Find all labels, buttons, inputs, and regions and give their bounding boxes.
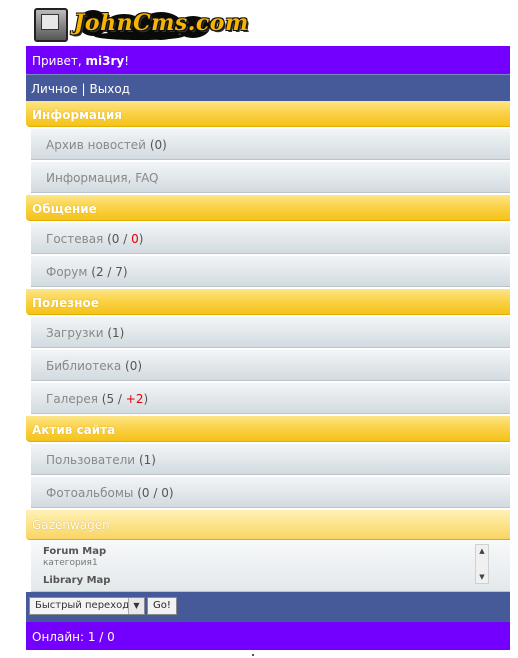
greeting-prefix: Привет, bbox=[32, 54, 86, 68]
list-item-subtitle: категория1 bbox=[43, 558, 98, 568]
menu-item-guestbook[interactable]: Гостевая (0 / 0) bbox=[31, 222, 510, 254]
menu-item-count: (1) bbox=[107, 326, 125, 340]
menu-item-count: (1) bbox=[138, 453, 156, 467]
menu-item-count: (0) bbox=[125, 359, 143, 373]
menu-item-count-close: ) bbox=[143, 392, 149, 406]
menu-item-label: Библиотека bbox=[46, 359, 122, 373]
phone-icon bbox=[34, 8, 68, 42]
scrollbar[interactable]: ▲ ▼ bbox=[475, 544, 489, 584]
logo-text: JohnCms.com bbox=[74, 10, 249, 36]
go-button[interactable]: Go! bbox=[147, 597, 177, 615]
menu-item-label: Информация, FAQ bbox=[46, 171, 159, 185]
section-header-gazenwagen: Gazenwagen bbox=[26, 510, 510, 540]
menu-item-label: Пользователи bbox=[46, 453, 136, 467]
list-item-title[interactable]: Forum Map bbox=[43, 546, 471, 557]
scroll-down-icon[interactable]: ▼ bbox=[476, 571, 488, 583]
online-bar: Онлайн: 1 / 0 bbox=[26, 622, 510, 650]
section-header-communication: Общение bbox=[26, 195, 510, 221]
greeting-bar: Привет, mi3ry! bbox=[26, 46, 510, 74]
section-header-site-activity: Актив сайта bbox=[26, 416, 510, 442]
menu-item-photo-albums[interactable]: Фотоальбомы (0 / 0) bbox=[31, 476, 510, 508]
menu-item-count: (0) bbox=[149, 138, 167, 152]
menu-item-faq[interactable]: Информация, FAQ bbox=[31, 161, 510, 193]
menu-item-count-open: (5 / bbox=[101, 392, 126, 406]
quick-jump-bar: Быстрый переход ▼ Go! bbox=[26, 592, 510, 622]
user-nav-bar: Личное | Выход bbox=[26, 74, 510, 101]
menu-item-forum[interactable]: Форум (2 / 7) bbox=[31, 255, 510, 287]
menu-item-gallery[interactable]: Галерея (5 / +2) bbox=[31, 382, 510, 414]
menu-item-count: (2 / 7) bbox=[91, 265, 128, 279]
quick-jump-selected: Быстрый переход bbox=[35, 600, 130, 611]
logout-link[interactable]: Выход bbox=[90, 82, 130, 96]
section-header-useful: Полезное bbox=[26, 289, 510, 315]
username: mi3ry bbox=[85, 54, 125, 68]
menu-item-label: Гостевая bbox=[46, 232, 104, 246]
list-item-title[interactable]: Library Map bbox=[43, 575, 471, 586]
menu-item-count-close: ) bbox=[138, 232, 144, 246]
menu-item-news-archive[interactable]: Архив новостей (0) bbox=[31, 128, 510, 160]
online-counter[interactable]: Онлайн: 1 / 0 bbox=[32, 630, 115, 644]
personal-link[interactable]: Личное bbox=[31, 82, 77, 96]
site-logo[interactable]: JohnCms.com bbox=[34, 4, 248, 44]
site-map-list: Forum Map категория1 Library Map ▲ ▼ bbox=[31, 540, 510, 592]
chevron-down-icon[interactable]: ▼ bbox=[128, 598, 144, 614]
nav-separator: | bbox=[81, 82, 86, 96]
menu-item-count-new: 0 bbox=[131, 232, 139, 246]
quick-jump-select[interactable]: Быстрый переход ▼ bbox=[29, 597, 145, 615]
scroll-up-icon[interactable]: ▲ bbox=[476, 545, 488, 557]
menu-item-label: Галерея bbox=[46, 392, 98, 406]
menu-item-label: Загрузки bbox=[46, 326, 104, 340]
menu-item-count-open: (0 / bbox=[107, 232, 132, 246]
menu-item-label: Форум bbox=[46, 265, 88, 279]
divider-dot bbox=[252, 654, 254, 656]
menu-item-downloads[interactable]: Загрузки (1) bbox=[31, 316, 510, 348]
greeting-suffix: ! bbox=[124, 54, 130, 68]
page: JohnCms.com Привет, mi3ry! Личное | Выход … bbox=[0, 0, 518, 658]
menu-item-count: (0 / 0) bbox=[137, 486, 174, 500]
menu-item-users[interactable]: Пользователи (1) bbox=[31, 443, 510, 475]
menu-item-label: Фотоальбомы bbox=[46, 486, 134, 500]
section-header-info: Информация bbox=[26, 101, 510, 127]
menu-item-label: Архив новостей bbox=[46, 138, 146, 152]
site-map-scroll-area[interactable]: Forum Map категория1 Library Map bbox=[43, 544, 471, 586]
menu-item-count-new: +2 bbox=[125, 392, 144, 406]
menu-item-library[interactable]: Библиотека (0) bbox=[31, 349, 510, 381]
